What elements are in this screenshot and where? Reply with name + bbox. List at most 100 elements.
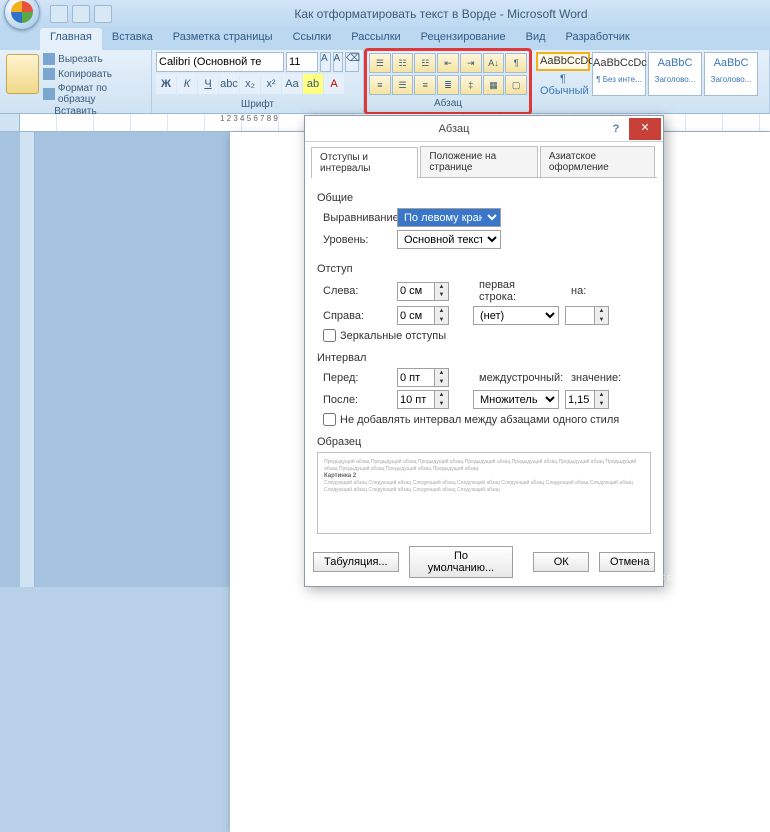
align-justify-button[interactable]: ≣ (437, 75, 459, 95)
group-font: A A ⌫ Ж К Ч abc x₂ x² Aa ab A Шрифт (152, 50, 364, 113)
style-heading1[interactable]: AaBbCЗаголово... (648, 52, 702, 96)
preview-box: Предыдущий абзац Предыдущий абзац Предыд… (317, 452, 651, 534)
paragraph-dialog: Абзац ? ✕ Отступы и интервалы Положение … (304, 115, 664, 587)
no-space-between-checkbox[interactable]: Не добавлять интервал между абзацами одн… (317, 413, 651, 426)
indent-right-button[interactable]: ⇥ (460, 53, 482, 73)
qat-save-icon[interactable] (50, 5, 68, 23)
space-before-label: Перед: (317, 372, 391, 384)
multilevel-list-button[interactable]: ☳ (414, 53, 436, 73)
cut-label: Вырезать (58, 54, 102, 65)
number-list-button[interactable]: ☷ (392, 53, 414, 73)
tab-references[interactable]: Ссылки (283, 28, 342, 50)
font-family-combo[interactable] (156, 52, 284, 72)
tab-home[interactable]: Главная (40, 28, 102, 50)
style-normal[interactable]: AaBbCcDc¶ Обычный (536, 52, 590, 71)
outline-level-select[interactable]: Основной текст (397, 230, 501, 249)
alignment-label: Выравнивание: (317, 212, 391, 224)
align-left-button[interactable]: ≡ (369, 75, 391, 95)
general-header: Общие (317, 192, 651, 204)
copy-button[interactable]: Копировать (41, 67, 147, 81)
outline-level-label: Уровень: (317, 234, 391, 246)
tab-layout[interactable]: Разметка страницы (163, 28, 283, 50)
dialog-close-button[interactable]: ✕ (629, 118, 661, 140)
line-spacing-label: междустрочный: (473, 372, 551, 384)
preview-header: Образец (317, 436, 651, 448)
copy-label: Копировать (58, 69, 112, 80)
space-before-spinner[interactable]: ▲▼ (397, 368, 449, 387)
watermark: FREE-OFFICE.NET (660, 574, 764, 585)
subscript-button[interactable]: x₂ (240, 74, 260, 94)
first-line-select[interactable]: (нет) (473, 306, 559, 325)
align-right-button[interactable]: ≡ (414, 75, 436, 95)
tab-mailings[interactable]: Рассылки (341, 28, 410, 50)
superscript-button[interactable]: x² (261, 74, 281, 94)
dialog-tab-indents[interactable]: Отступы и интервалы (311, 147, 418, 178)
show-marks-button[interactable]: ¶ (505, 53, 527, 73)
spacing-at-label: значение: (571, 372, 621, 384)
tab-review[interactable]: Рецензирование (411, 28, 516, 50)
highlight-button[interactable]: ab (303, 74, 323, 94)
tab-view[interactable]: Вид (516, 28, 556, 50)
group-clipboard: Вырезать Копировать Формат по образцу Вс… (0, 50, 152, 113)
underline-button[interactable]: Ч (198, 74, 218, 94)
strike-button[interactable]: abc (219, 74, 239, 94)
office-button[interactable] (4, 0, 40, 30)
window-title: Как отформатировать текст в Ворде - Micr… (112, 7, 770, 21)
scissors-icon (43, 53, 55, 65)
shading-button[interactable]: ▦ (483, 75, 505, 95)
indent-left-button[interactable]: ⇤ (437, 53, 459, 73)
indent-right-label: Справа: (317, 310, 391, 322)
first-line-label: первая строка: (473, 279, 551, 303)
spacing-header: Интервал (317, 352, 651, 364)
align-center-button[interactable]: ☰ (392, 75, 414, 95)
format-painter-button[interactable]: Формат по образцу (41, 82, 147, 106)
set-default-button[interactable]: По умолчанию... (409, 546, 514, 578)
ok-button[interactable]: ОК (533, 552, 589, 572)
style-heading2[interactable]: AaBbCЗаголово... (704, 52, 758, 96)
tab-insert[interactable]: Вставка (102, 28, 163, 50)
borders-button[interactable]: ▢ (505, 75, 527, 95)
format-painter-label: Формат по образцу (58, 83, 145, 105)
dialog-help-button[interactable]: ? (603, 123, 629, 135)
indent-by-spinner[interactable]: ▲▼ (565, 306, 609, 325)
group-styles: AaBbCcDc¶ Обычный AaBbCcDc¶ Без инте... … (532, 50, 770, 113)
sort-button[interactable]: A↓ (483, 53, 505, 73)
paragraph-group-label: Абзац (369, 97, 527, 110)
font-color-button[interactable]: A (324, 74, 344, 94)
indent-by-label: на: (571, 285, 586, 297)
italic-button[interactable]: К (177, 74, 197, 94)
copy-icon (43, 68, 55, 80)
spacing-at-spinner[interactable]: ▲▼ (565, 390, 609, 409)
tabs-button[interactable]: Табуляция... (313, 552, 399, 572)
ruler-corner (0, 114, 20, 131)
dialog-title: Абзац (305, 123, 603, 135)
indent-right-spinner[interactable]: ▲▼ (397, 306, 449, 325)
group-paragraph: ☰ ☷ ☳ ⇤ ⇥ A↓ ¶ ≡ ☰ ≡ ≣ ‡ ▦ ▢ Абзац (364, 48, 532, 115)
clear-format-button[interactable]: ⌫ (345, 52, 359, 72)
qat-redo-icon[interactable] (94, 5, 112, 23)
cancel-button[interactable]: Отмена (599, 552, 655, 572)
change-case-button[interactable]: Aa (282, 74, 302, 94)
shrink-font-button[interactable]: A (333, 52, 344, 72)
space-after-spinner[interactable]: ▲▼ (397, 390, 449, 409)
line-spacing-select[interactable]: Множитель (473, 390, 559, 409)
style-nospacing[interactable]: AaBbCcDc¶ Без инте... (592, 52, 646, 96)
dialog-tab-asian[interactable]: Азиатское оформление (540, 146, 655, 177)
alignment-select[interactable]: По левому краю (397, 208, 501, 227)
indent-left-spinner[interactable]: ▲▼ (397, 282, 449, 301)
line-spacing-button[interactable]: ‡ (460, 75, 482, 95)
bold-button[interactable]: Ж (156, 74, 176, 94)
font-group-label: Шрифт (156, 98, 359, 111)
dialog-tab-pageflow[interactable]: Положение на странице (420, 146, 537, 177)
indent-left-label: Слева: (317, 285, 391, 297)
cut-button[interactable]: Вырезать (41, 52, 147, 66)
qat-undo-icon[interactable] (72, 5, 90, 23)
bullet-list-button[interactable]: ☰ (369, 53, 391, 73)
mirror-indents-checkbox[interactable]: Зеркальные отступы (317, 329, 651, 342)
paste-icon[interactable] (6, 54, 39, 94)
ribbon: Вырезать Копировать Формат по образцу Вс… (0, 50, 770, 114)
tab-developer[interactable]: Разработчик (556, 28, 640, 50)
font-size-combo[interactable] (286, 52, 318, 72)
grow-font-button[interactable]: A (320, 52, 331, 72)
indent-header: Отступ (317, 263, 651, 275)
